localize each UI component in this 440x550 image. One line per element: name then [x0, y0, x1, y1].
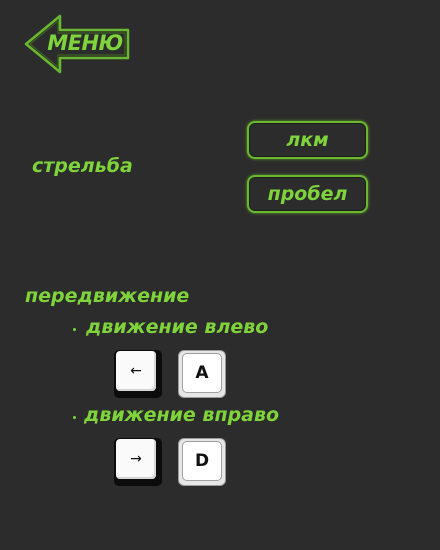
bullet-icon — [73, 416, 76, 419]
key-cap: A — [182, 353, 222, 393]
bullet-icon — [73, 328, 76, 331]
shoot-binding-lmb-button[interactable]: лкм — [247, 121, 368, 159]
d-key: D — [178, 438, 226, 486]
controls-screen: МЕНЮ стрельба лкм пробел передвижение дв… — [0, 0, 440, 550]
key-cap: → — [116, 439, 156, 479]
menu-back-button[interactable]: МЕНЮ — [24, 14, 132, 74]
left-arrow-key: ← — [114, 350, 162, 398]
key-cap: ← — [116, 351, 156, 391]
move-left-label: движение влево — [86, 316, 269, 338]
right-arrow-key: → — [114, 438, 162, 486]
menu-label: МЕНЮ — [47, 31, 123, 55]
right-arrow-icon: → — [130, 451, 142, 467]
d-key-label: D — [194, 451, 210, 471]
key-cap: D — [182, 441, 222, 481]
left-arrow-icon: ← — [130, 363, 142, 379]
a-key: A — [178, 350, 226, 398]
move-right-label: движение вправо — [84, 404, 280, 426]
shoot-binding-space-button[interactable]: пробел — [247, 175, 368, 213]
movement-label: передвижение — [25, 285, 190, 307]
shooting-label: стрельба — [32, 155, 133, 177]
a-key-label: A — [195, 363, 209, 383]
